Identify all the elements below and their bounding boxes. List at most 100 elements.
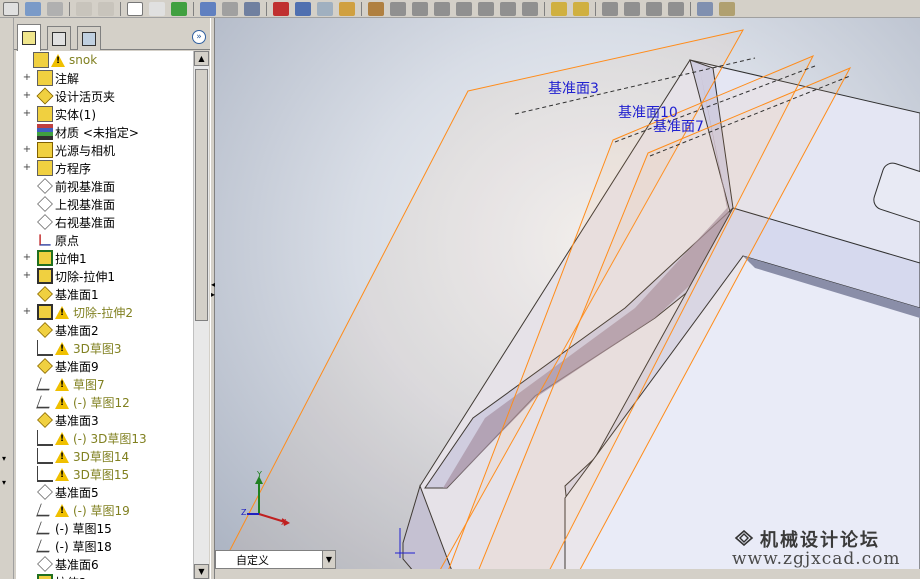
revolve-tool-icon[interactable] <box>573 1 589 16</box>
hide-show-icon[interactable] <box>339 1 355 16</box>
tree-item[interactable]: 3D草图3 <box>16 339 193 357</box>
tab-property-manager[interactable] <box>47 26 71 50</box>
warning-icon <box>51 53 65 67</box>
tree-item[interactable]: 基准面9 <box>16 357 193 375</box>
tree-item[interactable]: + 拉伸1 <box>16 249 193 267</box>
tree-item[interactable]: + 光源与相机 <box>16 141 193 159</box>
circle-tool-icon[interactable] <box>478 1 494 16</box>
tree-item[interactable]: + 注解 <box>16 69 193 87</box>
tree-root[interactable]: snok <box>16 51 193 69</box>
tree-item[interactable]: + 方程序 <box>16 159 193 177</box>
zoom-icon[interactable] <box>244 1 260 16</box>
undo-icon[interactable] <box>76 1 92 16</box>
expand-toggle-icon[interactable]: + <box>22 271 32 281</box>
scroll-thumb[interactable] <box>195 69 208 321</box>
tree-item[interactable]: + 实体(1) <box>16 105 193 123</box>
select-icon[interactable] <box>127 1 143 16</box>
collapse-arrow-icon[interactable]: ▾ <box>2 454 6 463</box>
tree-item[interactable]: 基准面6 <box>16 555 193 573</box>
tree-item[interactable]: + 切除-拉伸2 <box>16 303 193 321</box>
grid-icon[interactable] <box>200 1 216 16</box>
expand-toggle-icon[interactable]: + <box>22 163 32 173</box>
equations-icon <box>37 160 53 176</box>
expand-toggle-icon[interactable]: + <box>22 145 32 155</box>
tree-item[interactable]: 前视基准面 <box>16 177 193 195</box>
tree-item[interactable]: 基准面3 <box>16 411 193 429</box>
tree-item[interactable]: 拉伸2 <box>16 573 193 579</box>
line-tool-icon[interactable] <box>412 1 428 16</box>
collapse-arrow-icon[interactable]: ▾ <box>2 478 6 487</box>
scroll-down-button[interactable]: ▼ <box>194 564 209 579</box>
expand-toggle-icon[interactable]: + <box>22 73 32 83</box>
tree-item[interactable]: 草图7 <box>16 375 193 393</box>
tree-item[interactable]: 原点 <box>16 231 193 249</box>
materials-icon[interactable] <box>719 1 735 16</box>
tree-item-label: 基准面2 <box>55 323 99 338</box>
tree-item[interactable]: 上视基准面 <box>16 195 193 213</box>
shaded-icon[interactable] <box>368 1 384 16</box>
spline-tool-icon[interactable] <box>500 1 516 16</box>
tree-item[interactable]: 3D草图15 <box>16 465 193 483</box>
tree-item[interactable]: 材质 <未指定> <box>16 123 193 141</box>
expand-toggle-icon[interactable]: + <box>22 91 32 101</box>
view-config-dropdown[interactable]: 自定义 ▼ <box>215 550 336 569</box>
tree-item[interactable]: 基准面5 <box>16 483 193 501</box>
smart-dimension-icon[interactable] <box>697 1 713 16</box>
tab-feature-manager[interactable] <box>17 24 41 51</box>
chevron-down-icon[interactable]: ▼ <box>322 551 335 568</box>
graphics-viewport[interactable]: 基准面3 基准面10 基准面7 Y X Z <box>215 18 920 579</box>
rebuild-icon[interactable] <box>25 1 41 16</box>
trim-tool-icon[interactable] <box>522 1 538 16</box>
redo-icon[interactable] <box>98 1 114 16</box>
dimension-tool-icon[interactable] <box>602 1 618 16</box>
tree-item[interactable]: + 切除-拉伸1 <box>16 267 193 285</box>
print-icon[interactable] <box>47 1 63 16</box>
tree-item[interactable]: (-) 草图12 <box>16 393 193 411</box>
relation-tool-icon[interactable] <box>624 1 640 16</box>
tree-scrollbar[interactable]: ▲ ▼ <box>193 51 209 579</box>
tree-item[interactable]: 右视基准面 <box>16 213 193 231</box>
mirror-tool-icon[interactable] <box>646 1 662 16</box>
warning-icon <box>55 341 69 355</box>
expand-panel-button[interactable]: » <box>192 30 206 44</box>
3d-sketch-icon <box>37 340 53 356</box>
plane-label-3[interactable]: 基准面3 <box>548 78 599 98</box>
view-config-value: 自定义 <box>236 553 269 567</box>
watermark-logo-icon <box>734 530 754 546</box>
tree-item[interactable]: (-) 草图18 <box>16 537 193 555</box>
select-other-icon[interactable] <box>149 1 165 16</box>
model-scene[interactable] <box>215 18 920 579</box>
plane-label-7[interactable]: 基准面7 <box>653 116 704 136</box>
view-orientation-icon[interactable] <box>222 1 238 16</box>
pattern-tool-icon[interactable] <box>668 1 684 16</box>
expand-toggle-icon[interactable]: + <box>22 109 32 119</box>
tree-item-label: 右视基准面 <box>55 215 116 230</box>
traffic-light-icon[interactable] <box>171 1 187 16</box>
tab-configuration-manager[interactable] <box>77 26 101 50</box>
plane-icon <box>37 196 53 212</box>
tree-item[interactable]: (-) 3D草图13 <box>16 429 193 447</box>
tree-item[interactable]: 3D草图14 <box>16 447 193 465</box>
display-style-icon[interactable] <box>295 1 311 16</box>
toolbar-separator <box>193 1 194 16</box>
rectangle-tool-icon[interactable] <box>456 1 472 16</box>
section-view-icon[interactable] <box>317 1 333 16</box>
sketch-tool-icon[interactable] <box>390 1 406 16</box>
tree-item[interactable]: + 设计活页夹 <box>16 87 193 105</box>
tree-item-label: 上视基准面 <box>55 197 116 212</box>
extrude-tool-icon[interactable] <box>551 1 567 16</box>
tree-item[interactable]: 基准面2 <box>16 321 193 339</box>
appearance-icon[interactable] <box>273 1 289 16</box>
3d-sketch-icon <box>37 466 53 482</box>
arc-tool-icon[interactable] <box>434 1 450 16</box>
cut-extrude-icon <box>37 268 53 284</box>
expand-toggle-icon[interactable]: + <box>22 253 32 263</box>
plane-yellow-icon <box>37 358 53 374</box>
new-document-icon[interactable] <box>3 1 19 16</box>
scroll-up-button[interactable]: ▲ <box>194 51 209 66</box>
feature-manager-panel: » snok + 注解 + 设计活页夹 + 实体(1) 材质 <未指定> + 光源与相机 + 方程序… <box>14 18 210 579</box>
tree-item[interactable]: 基准面1 <box>16 285 193 303</box>
tree-item[interactable]: (-) 草图19 <box>16 501 193 519</box>
tree-item[interactable]: (-) 草图15 <box>16 519 193 537</box>
expand-toggle-icon[interactable]: + <box>22 307 32 317</box>
